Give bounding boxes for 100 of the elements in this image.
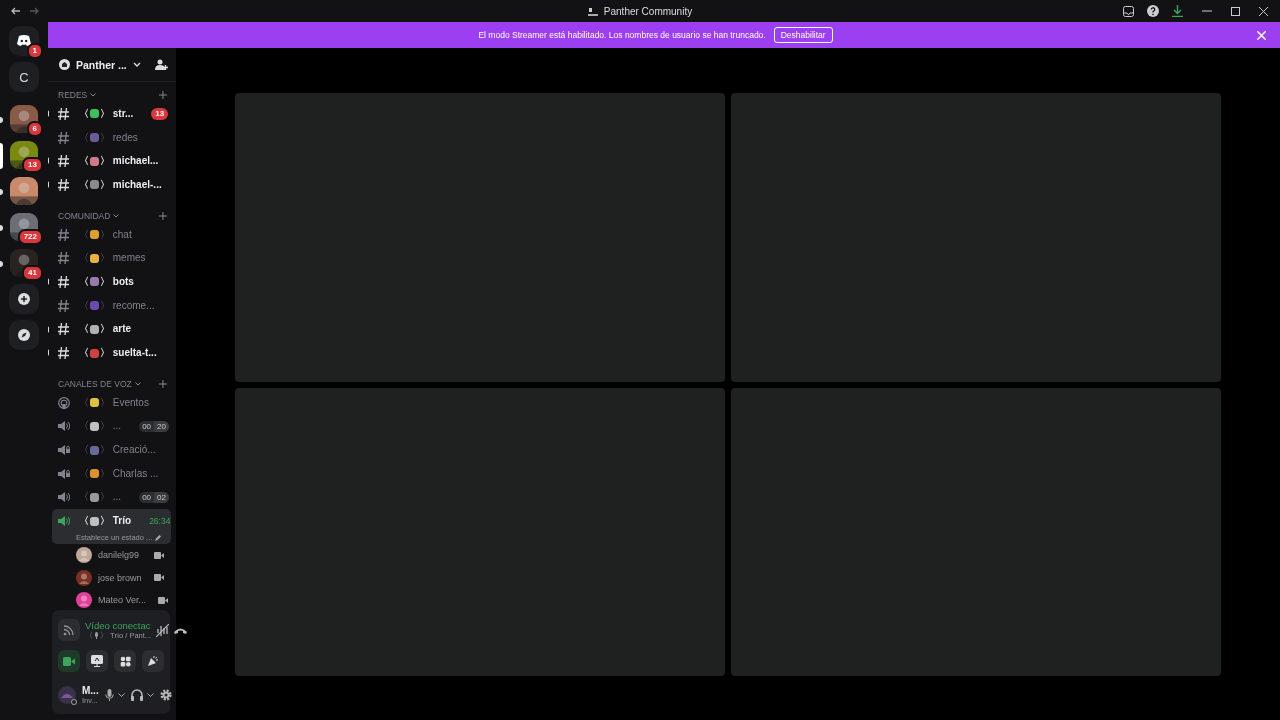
soundboard-button[interactable] [142,650,164,672]
add-channel-icon[interactable] [159,91,167,99]
server-avatar[interactable]: 41 [9,248,39,278]
invite-people-icon[interactable] [155,58,168,71]
maximize-icon[interactable] [1231,6,1240,16]
help-icon[interactable] [1147,5,1159,17]
channel-item[interactable]: 〈 〉 memes [79,251,146,266]
category-header[interactable]: REDES [58,90,88,100]
server-avatar[interactable] [9,176,39,206]
avatar-icon [58,686,76,704]
mention-badge: 13 [22,157,43,173]
add-icon [18,293,30,305]
user-count-current: 00 [139,420,155,432]
locked-speaker-icon [58,467,70,480]
channel-item[interactable]: 〈 〉 Trío [79,514,132,529]
microphone-button[interactable] [104,689,125,701]
channel-item[interactable]: 〈 〉 suelta-t... [79,346,157,361]
pencil-icon[interactable] [155,534,162,541]
connection-button[interactable] [58,619,80,641]
mention-badge: 1 [26,43,43,59]
status-icon [71,699,77,705]
headphones-icon [130,689,143,701]
chevron-icon [117,693,125,697]
channel-item[interactable]: 〈 〉 bots [79,274,134,289]
user-limit: 20 [154,420,169,432]
window-title: Panther Community [603,5,693,17]
headphones-button[interactable] [130,689,154,701]
close-icon[interactable] [1259,6,1268,16]
camera-icon [154,574,164,582]
screen-share-icon [91,655,103,667]
hash-icon [58,155,70,168]
connection-status: Vídeo conectac [85,619,151,631]
settings-icon[interactable] [159,689,172,701]
mention-badge: 41 [22,265,43,281]
chevron-icon [134,381,141,386]
mention-badge: 13 [151,107,169,120]
channel-item[interactable]: 〈 〉 michael-... [79,177,162,192]
voice-member[interactable]: Mateo Ver... [98,595,147,606]
server-avatar[interactable]: 6 [9,104,39,134]
disconnect-icon[interactable] [174,626,188,634]
speaker-icon [58,491,70,504]
hash-icon [58,299,70,312]
channel-item[interactable]: 〈 〉 str... [79,106,134,121]
camera-button[interactable] [58,650,80,672]
hash-icon [58,107,70,120]
noise-suppression-icon[interactable] [156,623,170,637]
download-icon[interactable] [1172,5,1183,17]
server-avatar[interactable]: 722 [9,212,39,242]
microphone-icon [94,632,99,639]
channel-item[interactable]: 〈 〉 ... [79,419,122,434]
channel-item[interactable]: 〈 〉 arte [79,322,132,337]
controller-logo-icon [16,35,32,47]
voice-member[interactable]: danilelg99 [98,550,140,561]
screen-share-button[interactable] [86,650,108,672]
add-channel-icon[interactable] [159,211,167,220]
activities-button[interactable] [114,650,136,672]
hash-icon [58,252,70,265]
server-avatar[interactable]: 13 [9,140,39,170]
channel-item[interactable]: 〈 〉 Creació... [79,443,156,458]
category-header[interactable]: COMUNIDAD [58,210,111,221]
add-channel-icon[interactable] [159,379,167,388]
stage-icon [58,396,70,409]
back-arrow-icon[interactable] [11,7,21,15]
hash-icon [58,178,70,191]
streamer-mode-notice: El modo Streamer está habilitado. Los nombres de usuario se han truncado. [478,30,766,40]
mention-badge: 722 [17,229,43,245]
server-badge-icon [59,59,70,70]
channel-item[interactable]: 〈 〉 chat [79,227,132,242]
inbox-icon[interactable] [1123,5,1134,17]
voice-member[interactable]: jose brown [98,572,142,583]
channel-item[interactable]: 〈 〉 Charlas ... [79,466,159,481]
soundboard-icon [147,655,159,667]
hash-icon [58,275,70,288]
camera-icon [154,551,164,559]
camera-icon [63,656,75,666]
disable-button[interactable]: Deshabilitar [773,27,833,43]
hash-icon [58,131,70,144]
channel-item[interactable]: 〈 〉 ... [79,490,122,505]
channel-item[interactable]: 〈 〉 recome... [79,298,155,313]
server-header[interactable]: Panther ... [59,58,151,71]
activities-icon [119,655,131,667]
user-limit: 02 [154,491,169,503]
call-timer: 26:34 [149,516,171,527]
channel-item[interactable]: 〈 〉 Eventos [79,395,149,410]
category-header[interactable]: CANALES DE VOZ [58,378,132,389]
microphone-icon [104,689,114,701]
channel-item[interactable]: 〈 〉 michael... [79,154,159,169]
channel-item[interactable]: 〈 〉 redes [79,130,138,145]
username: M... [82,685,99,696]
compass-icon [18,329,30,341]
hash-icon [58,228,70,241]
chevron-icon [146,693,154,697]
hash-icon [58,347,70,360]
camera-icon [158,596,169,604]
server-button[interactable]: C [9,62,39,92]
add-server-button[interactable] [9,284,39,314]
speaker-icon [58,515,70,528]
chevron-icon [132,62,141,67]
forward-arrow-icon[interactable] [29,7,39,15]
explore-button[interactable] [9,320,39,350]
